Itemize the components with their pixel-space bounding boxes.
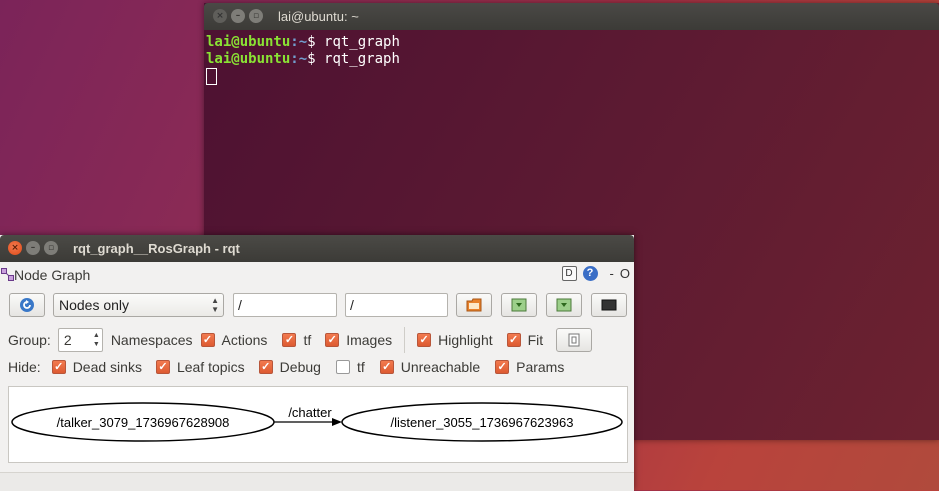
talker-node-label: /talker_3079_1736967628908 (57, 415, 230, 430)
actions-label: Actions (221, 332, 268, 348)
tf-group-checkbox[interactable]: ✓ (282, 333, 297, 347)
toolbar-row: Nodes only ▲ ▼ / / (9, 293, 627, 317)
rqt-window[interactable]: × – ▫ rqt_graph__RosGraph - rqt Node Gra… (0, 235, 634, 491)
edge-arrowhead (332, 418, 342, 426)
fit-view-icon (568, 333, 580, 347)
plugin-close-button[interactable]: O (620, 266, 630, 281)
unreachable-label: Unreachable (400, 359, 481, 375)
combo-arrows-icon: ▲ ▼ (211, 296, 219, 314)
load-dot-button[interactable] (456, 293, 492, 317)
fit-in-view-button[interactable] (556, 328, 593, 352)
ros-graph: /talker_3079_1736967628908 /listener_305… (11, 402, 623, 442)
rqt-minimize-button[interactable]: – (26, 241, 40, 255)
dead-sinks-label: Dead sinks (72, 359, 142, 375)
terminal-output[interactable]: lai@ubuntu:~$ rqt_graph lai@ubuntu:~$ rq… (204, 30, 939, 89)
group-spinbox[interactable]: 2 ▲ ▼ (57, 328, 103, 352)
highlight-checkbox[interactable]: ✓ (417, 333, 432, 347)
image-icon (601, 299, 617, 311)
group-row: Group: 2 ▲ ▼ Namespaces ✓ Actions ✓ tf ✓ … (8, 327, 593, 353)
rqt-close-button[interactable]: × (8, 241, 22, 255)
plugin-header: Node Graph D ? - O (0, 262, 634, 289)
leaf-topics-checkbox[interactable]: ✓ (155, 360, 170, 374)
hide-label: Hide: (8, 359, 41, 375)
save-dot-button[interactable] (501, 293, 537, 317)
node-graph-icon (1, 268, 14, 281)
listener-node-label: /listener_3055_1736967623963 (391, 415, 574, 430)
terminal-cursor (206, 68, 217, 85)
debug-label: Debug (279, 359, 321, 375)
fit-label: Fit (527, 332, 544, 348)
terminal-title: lai@ubuntu: ~ (278, 9, 359, 24)
terminal-line: lai@ubuntu:~$ rqt_graph (206, 34, 400, 50)
spin-arrows-icon: ▲ ▼ (92, 332, 100, 348)
namespaces-label: Namespaces (110, 332, 193, 348)
group-value: 2 (63, 332, 72, 348)
debug-checkbox[interactable]: ✓ (258, 360, 273, 374)
unreachable-checkbox[interactable]: ✓ (379, 360, 394, 374)
terminal-line: lai@ubuntu:~$ rqt_graph (206, 51, 400, 67)
refresh-button[interactable] (9, 293, 45, 317)
leaf-topics-label: Leaf topics (176, 359, 245, 375)
rqt-titlebar[interactable]: × – ▫ rqt_graph__RosGraph - rqt (0, 235, 634, 262)
rqt-maximize-button[interactable]: ▫ (44, 241, 58, 255)
images-checkbox[interactable]: ✓ (325, 333, 340, 347)
hide-row: Hide: ✓ Dead sinks ✓ Leaf topics ✓ Debug… (8, 359, 564, 375)
plugin-controls: D ? - O (561, 266, 630, 281)
plugin-title: Node Graph (14, 267, 91, 283)
hide-tf-label: tf (356, 359, 365, 375)
terminal-titlebar[interactable]: × – ▫ lai@ubuntu: ~ (204, 3, 939, 30)
status-bar (0, 472, 634, 491)
namespace-filter-input[interactable]: / (233, 293, 337, 317)
dead-sinks-checkbox[interactable]: ✓ (51, 360, 66, 374)
fit-checkbox[interactable]: ✓ (506, 333, 521, 347)
params-checkbox[interactable]: ✓ (495, 360, 510, 374)
rqt-title: rqt_graph__RosGraph - rqt (73, 241, 240, 256)
save-icon (511, 298, 527, 312)
help-icon[interactable]: ? (582, 266, 598, 281)
save-svg-button[interactable] (546, 293, 582, 317)
tf-group-label: tf (303, 332, 312, 348)
divider (404, 327, 406, 353)
group-label: Group: (8, 332, 51, 348)
graph-view[interactable]: /talker_3079_1736967628908 /listener_305… (8, 386, 628, 463)
terminal-cursor-line (206, 68, 937, 85)
graph-mode-select[interactable]: Nodes only ▲ ▼ (53, 293, 224, 317)
plugin-minimize-button[interactable]: - (610, 266, 614, 281)
topic-filter-input[interactable]: / (345, 293, 448, 317)
save-svg-icon (556, 298, 572, 312)
save-image-button[interactable] (591, 293, 627, 317)
hide-tf-checkbox[interactable]: ✓ (335, 360, 350, 374)
folder-icon (466, 298, 482, 312)
dock-button[interactable]: D (561, 266, 577, 281)
graph-mode-value: Nodes only (59, 297, 130, 313)
actions-checkbox[interactable]: ✓ (200, 333, 215, 347)
chatter-topic-label: /chatter (288, 405, 332, 420)
refresh-icon (20, 298, 34, 312)
params-label: Params (516, 359, 565, 375)
highlight-label: Highlight (438, 332, 493, 348)
images-label: Images (346, 332, 393, 348)
